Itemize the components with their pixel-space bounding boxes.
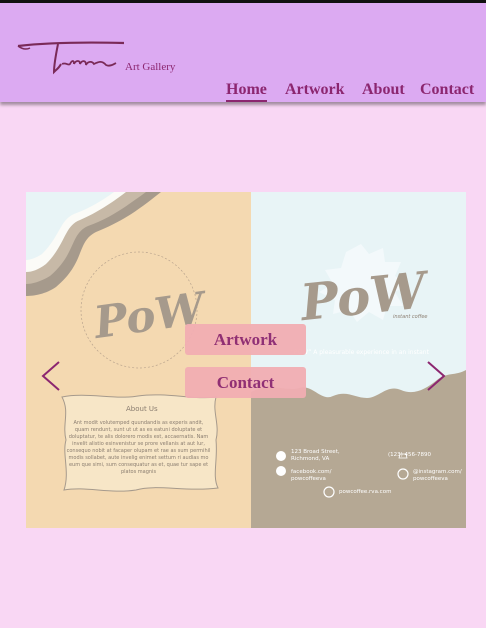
nav-home[interactable]: Home [226,81,267,102]
prev-slide-arrow-icon[interactable] [39,360,63,392]
facebook-link[interactable]: facebook.com/ powcoffeeva [291,469,349,483]
website-link[interactable]: powcoffee.rva.com [339,489,391,496]
nav-contact[interactable]: Contact [420,81,474,99]
contact-overlay-button[interactable]: Contact [185,367,306,398]
logo-subtext: instant coffee [393,314,428,320]
instagram-link[interactable]: @instagram.com/ powcoffeeva [413,469,466,483]
svg-text:PoW: PoW [296,260,434,333]
brand-subtitle: Art Gallery [125,61,176,73]
address-text: 123 Broad Street, Richmond, VA [291,449,340,462]
next-slide-arrow-icon[interactable] [424,360,448,392]
nav-artwork[interactable]: Artwork [285,81,345,99]
artwork-overlay-button[interactable]: Artwork [185,324,306,355]
nav-about[interactable]: About [362,81,405,99]
tagline-text: “POW” A pleasurable experience in an ins… [291,349,429,356]
image-slider: PoW About Us Ant modit volutemped quunda… [26,192,466,528]
phone-text: (123) 456-7890 [388,452,432,458]
site-header: Art Gallery Home Artwork About Contact [0,3,486,102]
time-logo[interactable] [14,34,129,78]
main-nav: Home Artwork About Contact [0,81,486,105]
about-us-title: About Us [126,405,158,413]
about-us-body: Ant modit volutemped quundandis as exper… [66,420,211,475]
